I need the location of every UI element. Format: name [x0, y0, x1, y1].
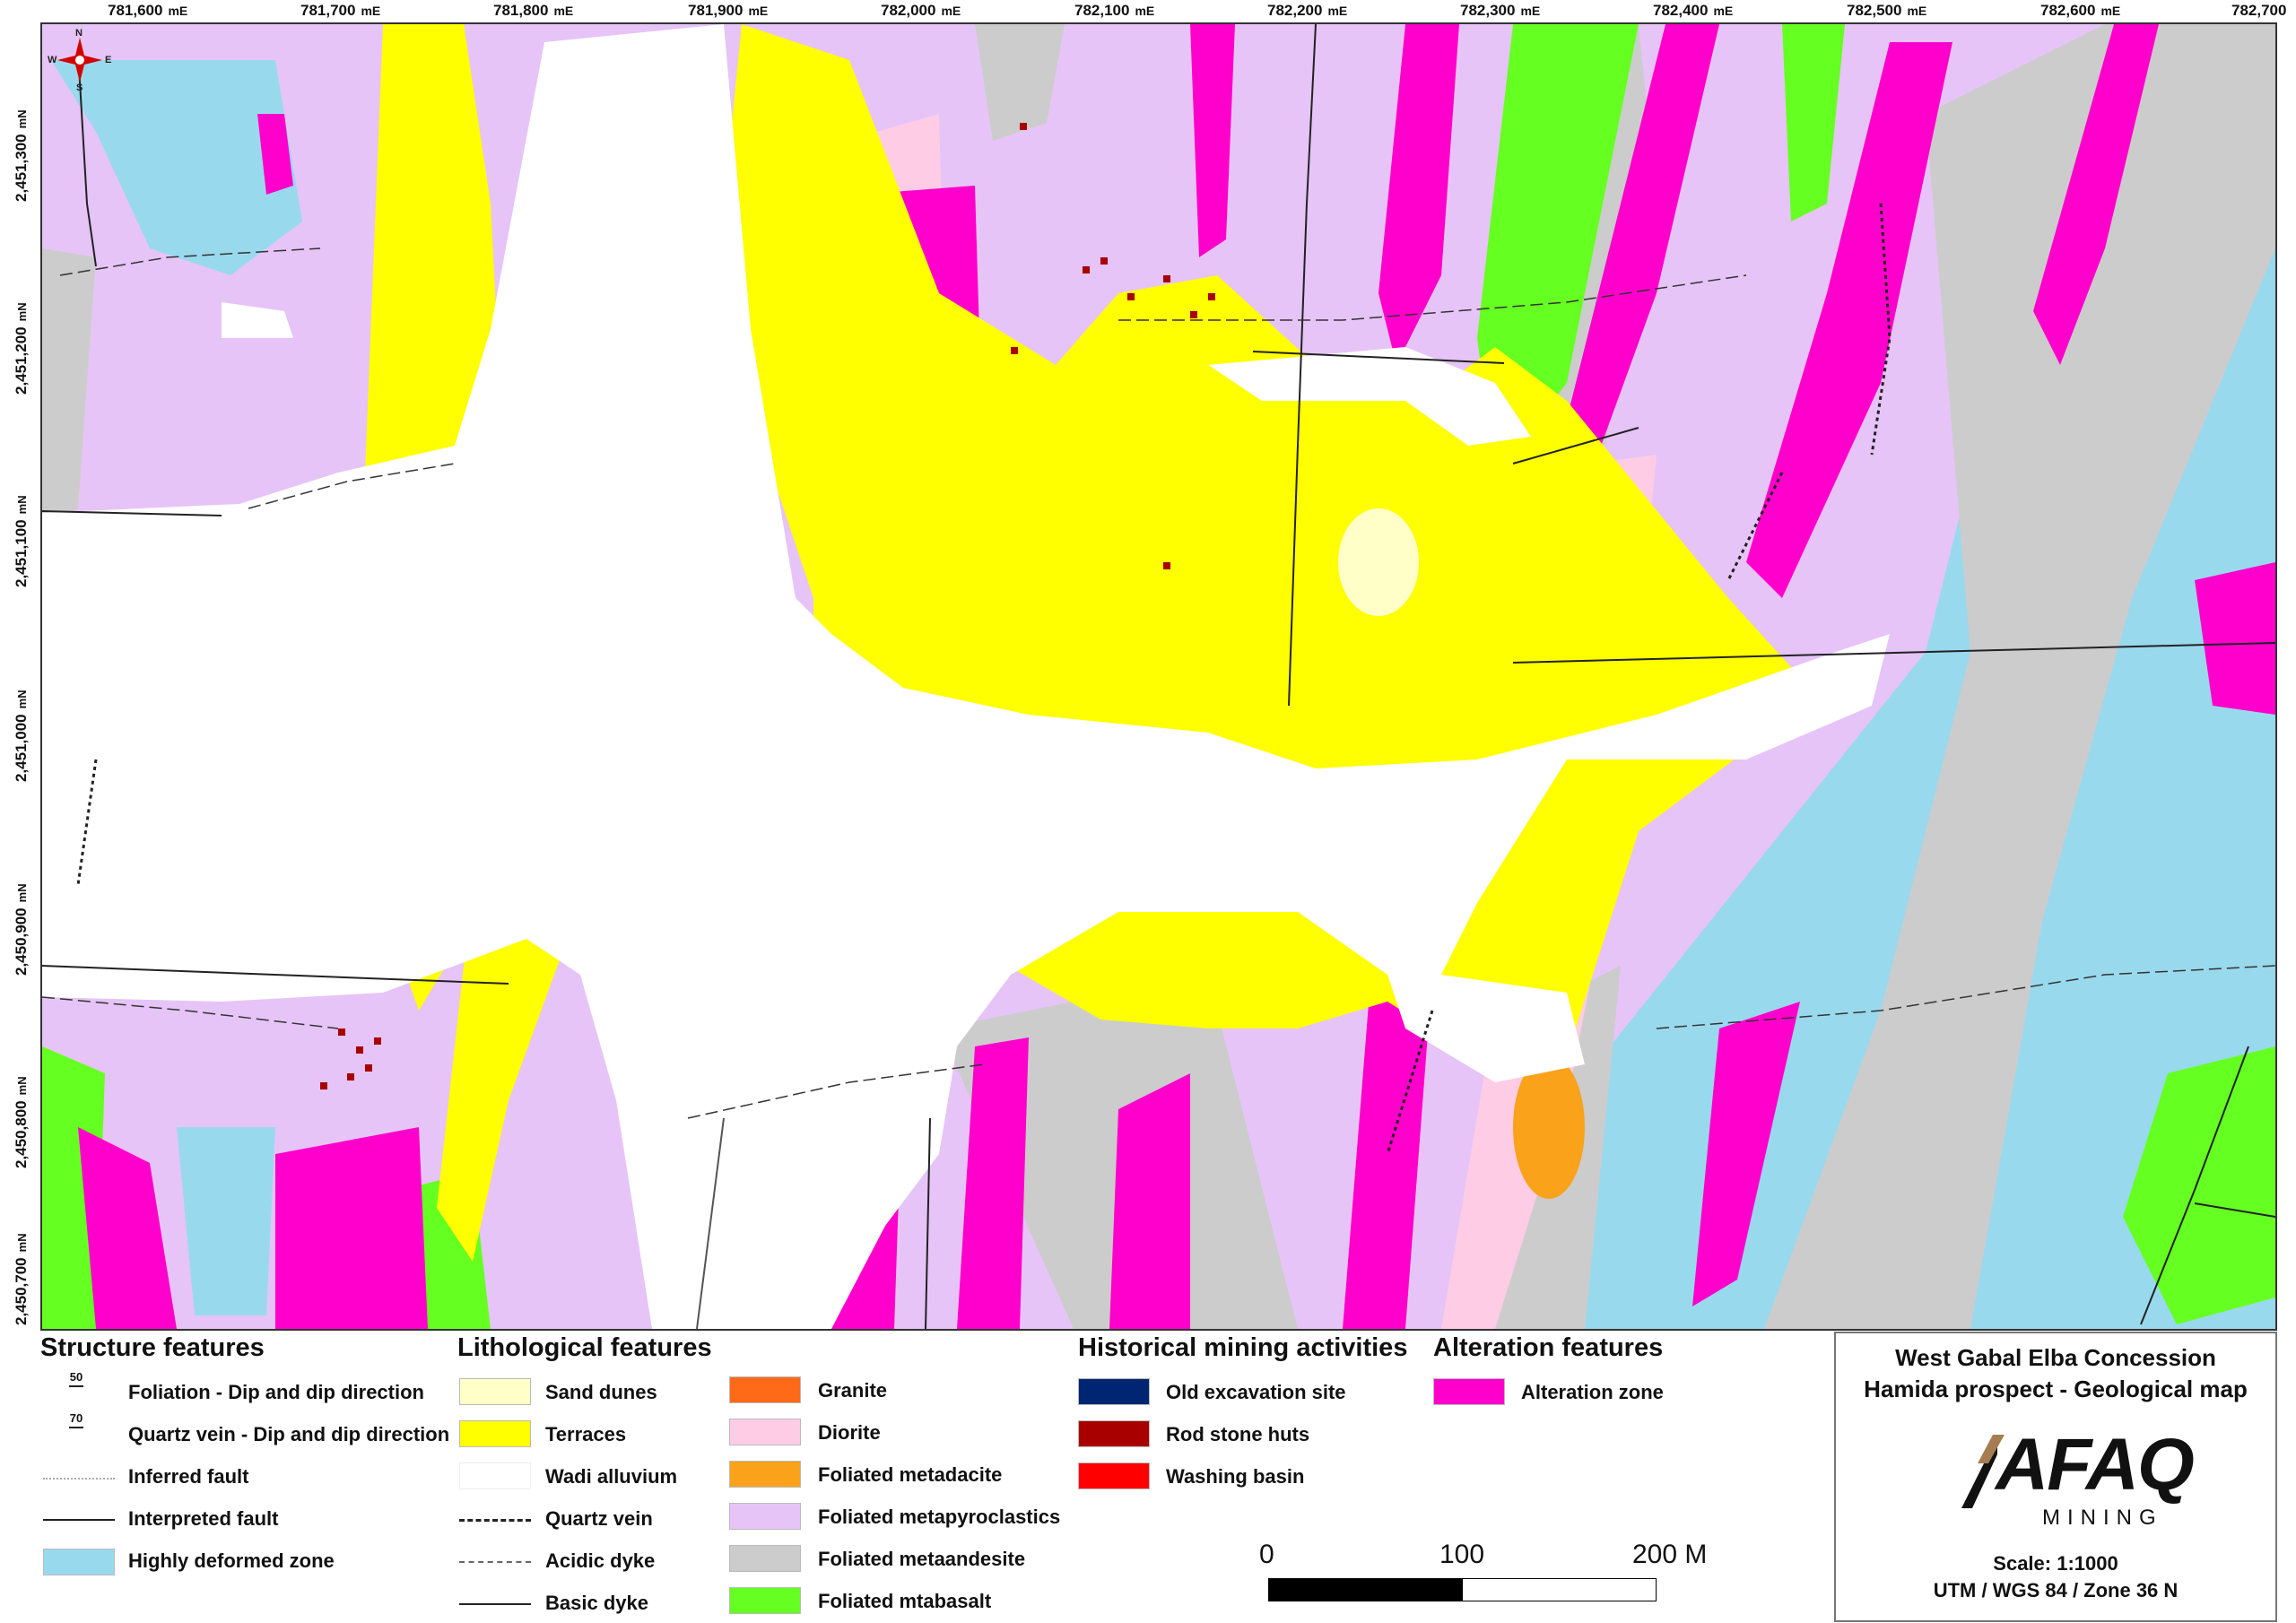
coord-top-label: 782,300 mE	[1460, 2, 1541, 19]
scale-label-200: 200 M	[1632, 1540, 1708, 1569]
swatch-metabasalt	[729, 1587, 801, 1614]
afaq-logo: AFAQ MINING	[1952, 1423, 2195, 1535]
title-block: West Gabal Elba Concession Hamida prospe…	[1834, 1332, 2277, 1622]
compass-rose: N S W E	[48, 28, 111, 93]
projection-text: UTM / WGS 84 / Zone 36 N	[1933, 1579, 2179, 1601]
coord-top-label: 782,200 mE	[1267, 2, 1348, 19]
foliation-symbol-icon: 50	[67, 1370, 85, 1389]
alteration-zone	[275, 1127, 428, 1329]
coord-top-label: 781,900 mE	[688, 2, 769, 19]
legend-metadacite: Foliated metadacite	[818, 1463, 1003, 1486]
swatch-terraces	[459, 1420, 531, 1447]
coord-top-label: 782,100 mE	[1074, 2, 1155, 19]
legend-diorite: Diorite	[818, 1421, 881, 1444]
legend-granite: Granite	[818, 1379, 888, 1402]
compass-w: W	[48, 55, 57, 65]
coord-left-label: 2,451,100mN	[13, 495, 30, 587]
swatch-metapyroclastics	[729, 1503, 801, 1530]
swatch-old-excavation	[1078, 1378, 1150, 1405]
inferred-fault-line	[43, 1478, 115, 1480]
legend-heading-lithology: Lithological features	[457, 1333, 712, 1362]
legend-washing-basin: Washing basin	[1166, 1465, 1305, 1488]
swatch-granite	[729, 1376, 801, 1403]
legend-old-excavation: Old excavation site	[1166, 1381, 1346, 1403]
logo-subtext: MINING	[2042, 1506, 2163, 1530]
compass-s: S	[76, 82, 83, 93]
legend-inferred-fault: Inferred fault	[128, 1465, 249, 1488]
legend-heading-alteration: Alteration features	[1433, 1333, 1664, 1362]
legend-interpreted-fault: Interpreted fault	[128, 1507, 279, 1530]
swatch-sand-dunes	[459, 1378, 531, 1405]
acidic-dyke-line	[459, 1561, 531, 1563]
legend-heading-structure: Structure features	[40, 1333, 265, 1362]
coord-top-label: 782,700	[2231, 2, 2287, 19]
coord-top-label: 781,800 mE	[493, 2, 574, 19]
legend-heading-mining: Historical mining activities	[1078, 1333, 1408, 1362]
swatch-rod-stone-huts	[1078, 1420, 1150, 1447]
legend-alteration-zone: Alteration zone	[1521, 1381, 1664, 1403]
coord-left-label: 2,451,000mN	[13, 690, 30, 782]
coord-left-label: 2,451,200mN	[13, 302, 30, 395]
scale-label-0: 0	[1259, 1540, 1274, 1569]
coord-left-label: 2,450,900mN	[13, 883, 30, 976]
scale-label-100: 100	[1439, 1540, 1485, 1569]
logo-text: AFAQ	[1996, 1424, 2195, 1506]
swatch-metaandesite	[729, 1545, 801, 1572]
coord-top-label: 782,600 mE	[2040, 2, 2121, 19]
legend-metapyroclastics: Foliated metapyroclastics	[818, 1506, 1061, 1528]
swatch-highly-deformed	[43, 1549, 115, 1575]
swatch-diorite	[729, 1419, 801, 1445]
compass-n: N	[75, 28, 83, 39]
legend-rod-stone-huts: Rod stone huts	[1166, 1423, 1310, 1445]
legend-acidic-dyke: Acidic dyke	[545, 1549, 656, 1572]
concession-title: West Gabal Elba Concession	[1895, 1344, 2216, 1371]
coord-top-label: 782,400 mE	[1653, 2, 1734, 19]
coord-top-label: 782,000 mE	[881, 2, 961, 19]
interpreted-fault-line	[43, 1519, 115, 1521]
geological-map[interactable]: N S W E	[40, 22, 2277, 1331]
legend-quartz-vein: Quartz vein	[545, 1507, 653, 1530]
coord-left-label: 2,451,300mN	[13, 109, 30, 202]
coord-top-label: 782,500 mE	[1847, 2, 1927, 19]
coord-left-label: 2,450,800mN	[13, 1076, 30, 1168]
legend-terraces: Terraces	[545, 1423, 627, 1445]
quartz-vein-dip-value: 70	[69, 1411, 83, 1425]
swatch-washing-basin	[1078, 1462, 1150, 1489]
compass-icon	[57, 38, 102, 82]
coord-left-label: 2,450,700mN	[13, 1233, 30, 1325]
scale-bar-black	[1268, 1578, 1463, 1601]
map-canvas	[42, 24, 2275, 1329]
swatch-wadi-alluvium	[459, 1462, 531, 1489]
basic-dyke-line	[459, 1603, 531, 1605]
legend-foliation: Foliation - Dip and dip direction	[128, 1381, 424, 1403]
legend-sand-dunes: Sand dunes	[545, 1381, 657, 1403]
swatch-alteration-zone	[1433, 1378, 1505, 1405]
legend-highly-deformed: Highly deformed zone	[128, 1549, 335, 1572]
legend-wadi-alluvium: Wadi alluvium	[545, 1465, 678, 1488]
scale-text: Scale: 1:1000	[1993, 1552, 2118, 1575]
legend-basic-dyke: Basic dyke	[545, 1592, 648, 1614]
alteration-zone	[1109, 1073, 1190, 1329]
legend-quartz-vein-dip: Quartz vein - Dip and dip direction	[128, 1423, 450, 1445]
compass-e: E	[105, 55, 112, 65]
scale-bar-white	[1462, 1578, 1657, 1601]
metadacite-zone	[1513, 1055, 1585, 1199]
legend-metabasalt: Foliated mtabasalt	[818, 1590, 992, 1612]
legend-metaandesite: Foliated metaandesite	[818, 1548, 1026, 1570]
swatch-metadacite	[729, 1461, 801, 1488]
sand-dunes-zone	[1338, 508, 1419, 616]
foliation-dip-value: 50	[69, 1370, 83, 1384]
quartz-vein-symbol-icon: 70	[67, 1411, 85, 1430]
coord-top-label: 781,700 mE	[300, 2, 381, 19]
map-title: Hamida prospect - Geological map	[1864, 1376, 2248, 1402]
quartz-vein-line	[459, 1519, 531, 1522]
coord-top-label: 781,600 mE	[108, 2, 188, 19]
